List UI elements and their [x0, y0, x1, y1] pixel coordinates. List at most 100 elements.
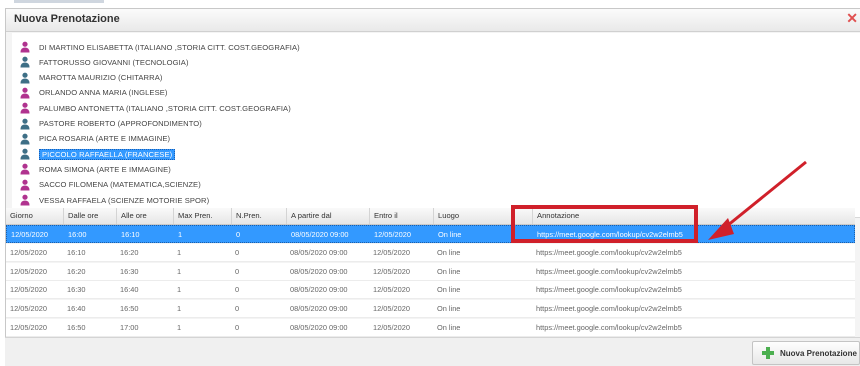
cell-col-day: 12/05/2020 [10, 285, 47, 295]
cell-col-place: On line [437, 323, 461, 332]
user-male-icon [20, 118, 30, 129]
teacher-name: MAROTTA MAURIZIO (CHITARRA) [39, 73, 163, 83]
teacher-item[interactable]: MAROTTA MAURIZIO (CHITARRA) [20, 71, 163, 85]
cell-col-start: 08/05/2020 09:00 [290, 285, 348, 295]
cell-col-to: 16:50 [120, 304, 139, 314]
teacher-name: VESSA RAFFAELA (SCIENZE MOTORIE SPOR) [39, 195, 210, 205]
cell-col-note: https://meet.google.com/lookup/cv2w2elmb… [536, 304, 682, 314]
table-row[interactable]: 12/05/2020 16:10 16:20 1 0 08/05/2020 09:00 12… [6, 243, 855, 262]
cell-col-max: 1 [177, 247, 182, 257]
header-col-start[interactable]: A partire dal [286, 208, 369, 224]
cell-col-end: 12/05/2020 [373, 266, 410, 276]
user-male-icon [20, 133, 30, 145]
teacher-name: PICA ROSARIA (ARTE E IMMAGINE) [39, 134, 171, 144]
table-row[interactable]: 12/05/2020 16:30 16:40 1 0 08/05/2020 09:00 12… [6, 281, 855, 300]
cell-col-start: 08/05/2020 09:00 [290, 323, 348, 332]
table-header: Giorno Dalle ore Alle ore Max Pren. N.Pren. A… [6, 208, 855, 225]
cell-col-note: https://meet.google.com/lookup/cv2w2elmb… [536, 266, 682, 276]
cell-col-to: 16:40 [120, 285, 139, 295]
user-female-icon [20, 87, 30, 99]
background-tab [14, 0, 104, 3]
cell-col-from: 16:20 [67, 266, 86, 276]
cell-col-from: 16:40 [67, 304, 86, 314]
teacher-item[interactable]: PALUMBO ANTONETTA (ITALIANO ,STORIA CITT… [20, 101, 291, 115]
dialog-title: Nuova Prenotazione [14, 13, 120, 25]
teacher-item[interactable]: ORLANDO ANNA MARIA (INGLESE) [20, 86, 168, 100]
plus-icon [762, 347, 774, 359]
teacher-item[interactable]: DI MARTINO ELISABETTA (ITALIANO ,STORIA … [20, 40, 300, 54]
new-booking-button[interactable]: Nuova Prenotazione [752, 341, 860, 365]
cell-col-place: On line [437, 285, 461, 295]
cell-col-max: 1 [177, 285, 182, 295]
cell-col-npren: 0 [235, 323, 240, 332]
cell-col-from: 16:00 [68, 230, 87, 239]
table-row[interactable]: 12/05/2020 16:00 16:10 1 0 08/05/2020 09:00 12… [6, 225, 855, 243]
dialog-titlebar: Nuova Prenotazione ✕ [6, 9, 860, 32]
cell-col-end: 12/05/2020 [373, 304, 410, 314]
teacher-name: ORLANDO ANNA MARIA (INGLESE) [39, 88, 168, 98]
header-col-max[interactable]: Max Pren. [173, 208, 231, 224]
header-col-place[interactable]: Luogo [433, 208, 532, 224]
cell-col-note: https://meet.google.com/lookup/cv2w2elmb… [536, 285, 682, 295]
cell-col-npren: 0 [236, 230, 241, 239]
cell-col-max: 1 [178, 230, 183, 239]
cell-col-start: 08/05/2020 09:00 [290, 304, 348, 314]
user-male-icon [20, 72, 30, 84]
cell-col-end: 12/05/2020 [374, 230, 411, 239]
cell-col-start: 08/05/2020 09:00 [290, 247, 348, 257]
window-top-strip [0, 0, 860, 6]
user-female-icon [20, 163, 30, 175]
teacher-name: FATTORUSSO GIOVANNI (TECNOLOGIA) [39, 57, 189, 67]
table-row[interactable]: 12/05/2020 16:20 16:30 1 0 08/05/2020 09:00 12… [6, 262, 855, 281]
cell-col-end: 12/05/2020 [373, 285, 410, 295]
teacher-name: PALUMBO ANTONETTA (ITALIANO ,STORIA CITT… [39, 103, 291, 113]
table-row[interactable]: 12/05/2020 16:50 17:00 1 0 08/05/2020 09:00 12… [6, 319, 855, 337]
cell-col-max: 1 [177, 304, 182, 314]
cell-col-place: On line [438, 230, 462, 239]
cell-col-end: 12/05/2020 [373, 323, 410, 332]
user-female-icon [20, 102, 30, 114]
cell-col-npren: 0 [235, 285, 240, 295]
close-icon[interactable]: ✕ [846, 10, 858, 27]
cell-col-from: 16:30 [67, 285, 86, 295]
header-col-day[interactable]: Giorno [6, 208, 63, 224]
header-col-note[interactable]: Annotazione [532, 208, 855, 224]
header-col-from[interactable]: Dalle ore [63, 208, 116, 224]
cell-col-end: 12/05/2020 [373, 247, 410, 257]
teacher-item[interactable]: FATTORUSSO GIOVANNI (TECNOLOGIA) [20, 55, 189, 69]
table-row[interactable]: 12/05/2020 16:40 16:50 1 0 08/05/2020 09:00 12… [6, 300, 855, 319]
dialog-footer: Nuova Prenotazione [5, 337, 860, 366]
teacher-item[interactable]: ROMA SIMONA (ARTE E IMMAGINE) [20, 162, 171, 176]
cell-col-npren: 0 [235, 247, 240, 257]
cell-col-to: 16:30 [120, 266, 139, 276]
teacher-item[interactable]: SACCO FILOMENA (MATEMATICA,SCIENZE) [20, 178, 201, 192]
cell-col-npren: 0 [235, 304, 240, 314]
header-col-npren[interactable]: N.Pren. [231, 208, 286, 224]
cell-col-day: 12/05/2020 [11, 230, 48, 239]
cell-col-from: 16:10 [67, 247, 86, 257]
cell-col-npren: 0 [235, 266, 240, 276]
teacher-name: DI MARTINO ELISABETTA (ITALIANO ,STORIA … [39, 42, 300, 52]
cell-col-day: 12/05/2020 [10, 266, 47, 276]
cell-col-note: https://meet.google.com/lookup/cv2w2elmb… [537, 230, 683, 239]
cell-col-to: 17:00 [120, 323, 139, 332]
teacher-name: SACCO FILOMENA (MATEMATICA,SCIENZE) [39, 180, 201, 190]
user-male-icon [20, 56, 30, 68]
cell-col-max: 1 [177, 323, 182, 332]
cell-col-day: 12/05/2020 [10, 304, 47, 314]
teacher-list: DI MARTINO ELISABETTA (ITALIANO ,STORIA … [12, 33, 860, 218]
teacher-item[interactable]: PICA ROSARIA (ARTE E IMMAGINE) [20, 132, 170, 146]
teacher-item[interactable]: VESSA RAFFAELA (SCIENZE MOTORIE SPOR) [20, 193, 209, 207]
header-col-end[interactable]: Entro il [369, 208, 433, 224]
cell-col-day: 12/05/2020 [10, 323, 47, 332]
cell-col-note: https://meet.google.com/lookup/cv2w2elmb… [536, 323, 682, 332]
header-col-to[interactable]: Alle ore [116, 208, 173, 224]
teacher-item[interactable]: PASTORE ROBERTO (APPROFONDIMENTO) [20, 117, 202, 131]
cell-col-to: 16:10 [121, 230, 140, 239]
teacher-item[interactable]: PICCOLO RAFFAELLA (FRANCESE) [20, 147, 176, 161]
cell-col-place: On line [437, 247, 461, 257]
teacher-name: PASTORE ROBERTO (APPROFONDIMENTO) [39, 119, 202, 128]
cell-col-from: 16:50 [67, 323, 86, 332]
new-booking-label: Nuova Prenotazione [780, 348, 857, 358]
cell-col-place: On line [437, 304, 461, 314]
